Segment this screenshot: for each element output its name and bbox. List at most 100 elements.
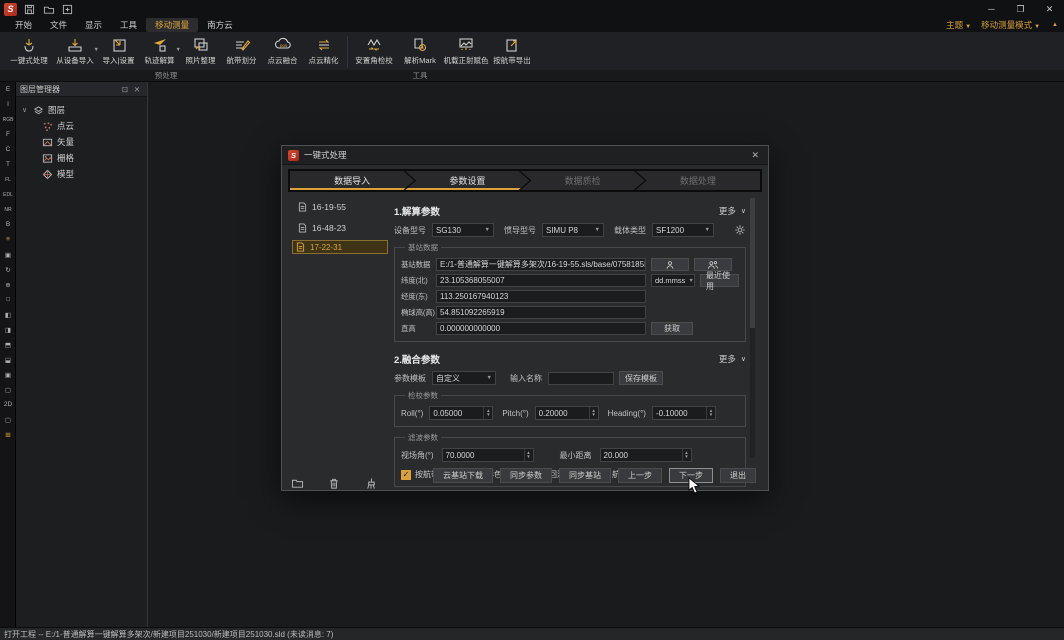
sync-base-button[interactable]: 同步基站 bbox=[559, 468, 611, 483]
template-name-input[interactable] bbox=[548, 372, 614, 385]
pitch-stepper[interactable]: 0.20000▲▼ bbox=[535, 406, 599, 420]
tool-view-bottom-icon[interactable]: ⬓ bbox=[0, 352, 16, 367]
restore-button[interactable]: ❐ bbox=[1006, 0, 1035, 18]
close-button[interactable]: ✕ bbox=[1035, 0, 1064, 18]
ribbon-import-from-device[interactable]: 从设备导入 ▼ bbox=[52, 34, 98, 70]
tool-strip-icon[interactable]: ≡ bbox=[0, 232, 16, 247]
menu-display[interactable]: 显示 bbox=[76, 18, 111, 32]
longitude-input[interactable]: 113.250167940123 bbox=[436, 290, 646, 303]
tool-rgb[interactable]: RGB bbox=[0, 112, 16, 127]
file-item[interactable]: 16-19-55 bbox=[292, 198, 388, 215]
spinner-arrows-icon[interactable]: ▲▼ bbox=[524, 449, 533, 461]
layer-item-vector[interactable]: 矢量 bbox=[18, 134, 145, 150]
cloud-base-download-button[interactable]: 云基站下载 bbox=[433, 468, 493, 483]
spinner-arrows-icon[interactable]: ▲▼ bbox=[682, 449, 691, 461]
tool-view-iso-icon[interactable]: ▣ bbox=[0, 367, 16, 382]
menu-tools[interactable]: 工具 bbox=[111, 18, 146, 32]
roll-stepper[interactable]: 0.05000▲▼ bbox=[429, 406, 493, 420]
new-project-icon[interactable] bbox=[61, 3, 74, 16]
step-data-qc[interactable]: 数据质检 bbox=[521, 171, 645, 190]
height-input[interactable]: 0.000000000000 bbox=[436, 322, 646, 335]
file-item[interactable]: 16-48-23 bbox=[292, 219, 388, 236]
scrollbar-thumb[interactable] bbox=[750, 198, 755, 328]
mode-selector[interactable]: 移动测量模式▼ bbox=[981, 19, 1040, 31]
ribbon-mount-angle-calibration[interactable]: 安置角检校 bbox=[351, 34, 397, 70]
tool-fl[interactable]: FL bbox=[0, 172, 16, 187]
tool-edl[interactable]: EDL bbox=[0, 187, 16, 202]
open-folder-icon[interactable] bbox=[42, 3, 55, 16]
dialog-titlebar[interactable]: S 一键式处理 ✕ bbox=[282, 146, 768, 165]
tool-rotate-icon[interactable]: ↻ bbox=[0, 262, 16, 277]
min-distance-stepper[interactable]: 20.000▲▼ bbox=[600, 448, 692, 462]
clean-icon[interactable] bbox=[364, 476, 378, 490]
get-button[interactable]: 获取 bbox=[651, 322, 693, 335]
tool-2d-view[interactable]: 2D bbox=[0, 397, 16, 412]
device-select[interactable]: SG130▼ bbox=[432, 223, 494, 237]
dialog-close-icon[interactable]: ✕ bbox=[748, 150, 762, 161]
ellipsoid-height-input[interactable]: 54.851092265919 bbox=[436, 306, 646, 319]
menu-start[interactable]: 开始 bbox=[6, 18, 41, 32]
tool-add-box-icon[interactable]: ⊞ bbox=[0, 427, 16, 442]
tool-b[interactable]: B bbox=[0, 217, 16, 232]
tool-box-icon[interactable]: ▢ bbox=[0, 412, 16, 427]
tool-view-front-icon[interactable]: □ bbox=[0, 292, 16, 307]
ribbon-one-click-process[interactable]: 一键式处理 bbox=[6, 34, 52, 70]
gear-icon[interactable] bbox=[734, 224, 746, 236]
close-panel-icon[interactable]: ✕ bbox=[131, 85, 143, 94]
tool-view-right-icon[interactable]: ◨ bbox=[0, 322, 16, 337]
theme-selector[interactable]: 主题▼ bbox=[946, 19, 971, 31]
file-item-selected[interactable]: 17-22-31 bbox=[292, 240, 388, 254]
carrier-select[interactable]: SF1200▼ bbox=[652, 223, 714, 237]
fusion-more-toggle[interactable]: 更多∨ bbox=[719, 353, 746, 365]
tool-select-area-icon[interactable]: ▢ bbox=[0, 382, 16, 397]
layer-item-model[interactable]: 模型 bbox=[18, 166, 145, 182]
collapse-ribbon-button[interactable]: ▲ bbox=[1052, 22, 1058, 28]
template-select[interactable]: 自定义▼ bbox=[432, 371, 496, 385]
tool-f[interactable]: F bbox=[0, 127, 16, 142]
add-folder-icon[interactable] bbox=[290, 476, 304, 490]
imu-select[interactable]: SIMU P8▼ bbox=[542, 223, 604, 237]
heading-stepper[interactable]: -0.10000▲▼ bbox=[652, 406, 716, 420]
latitude-input[interactable]: 23.105368055007 bbox=[436, 274, 646, 287]
solve-more-toggle[interactable]: 更多∨ bbox=[719, 205, 746, 217]
ribbon-airborne-ortho-color[interactable]: 机载正射赋色 bbox=[443, 34, 489, 70]
tool-view-left-icon[interactable]: ◧ bbox=[0, 307, 16, 322]
menu-south-cloud[interactable]: 南方云 bbox=[198, 18, 242, 32]
minimize-button[interactable]: ─ bbox=[977, 0, 1006, 18]
step-data-process[interactable]: 数据处理 bbox=[636, 171, 760, 190]
ribbon-trajectory-solve[interactable]: 轨迹解算 ▼ bbox=[139, 34, 180, 70]
ribbon-pointcloud-refine[interactable]: 点云精化 bbox=[303, 34, 344, 70]
ribbon-import-settings[interactable]: 导入|设置 bbox=[98, 34, 139, 70]
tree-expand-caret[interactable]: ∨ bbox=[22, 106, 29, 114]
previous-step-button[interactable]: 上一步 bbox=[618, 468, 662, 483]
tree-root-layers[interactable]: ∨ 图层 bbox=[18, 102, 145, 118]
tool-pan-icon[interactable]: ⊕ bbox=[0, 277, 16, 292]
tool-box-select-icon[interactable]: ▣ bbox=[0, 247, 16, 262]
save-template-button[interactable]: 保存模板 bbox=[619, 371, 663, 385]
tool-time[interactable]: T bbox=[0, 157, 16, 172]
delete-icon[interactable] bbox=[327, 476, 341, 490]
step-data-import[interactable]: 数据导入 bbox=[290, 171, 414, 190]
float-panel-icon[interactable]: ⊡ bbox=[119, 85, 131, 94]
fov-stepper[interactable]: 70.0000▲▼ bbox=[442, 448, 534, 462]
tool-nr[interactable]: NR bbox=[0, 202, 16, 217]
step-parameter-settings[interactable]: 参数设置 bbox=[405, 171, 529, 190]
menu-mobile-survey[interactable]: 移动测量 bbox=[146, 18, 198, 32]
layer-item-pointcloud[interactable]: 点云 bbox=[18, 118, 145, 134]
single-point-user-button[interactable] bbox=[651, 258, 689, 271]
tool-elevation[interactable]: E bbox=[0, 82, 16, 97]
save-icon[interactable] bbox=[23, 3, 36, 16]
dialog-scrollbar[interactable] bbox=[750, 198, 755, 458]
layer-item-raster[interactable]: 栅格 bbox=[18, 150, 145, 166]
exit-button[interactable]: 退出 bbox=[720, 468, 756, 483]
spinner-arrows-icon[interactable]: ▲▼ bbox=[483, 407, 492, 419]
ribbon-strip-divide[interactable]: 航带划分 bbox=[221, 34, 262, 70]
tool-view-top-icon[interactable]: ⬒ bbox=[0, 337, 16, 352]
tool-classification[interactable]: C bbox=[0, 142, 16, 157]
menu-file[interactable]: 文件 bbox=[41, 18, 76, 32]
recent-used-button[interactable]: 最近使用 bbox=[700, 274, 739, 287]
spinner-arrows-icon[interactable]: ▲▼ bbox=[706, 407, 715, 419]
sync-params-button[interactable]: 同步参数 bbox=[500, 468, 552, 483]
ribbon-export-by-strip[interactable]: 按航带导出 bbox=[489, 34, 535, 70]
coord-format-select[interactable]: dd.mmss▼ bbox=[651, 274, 695, 287]
